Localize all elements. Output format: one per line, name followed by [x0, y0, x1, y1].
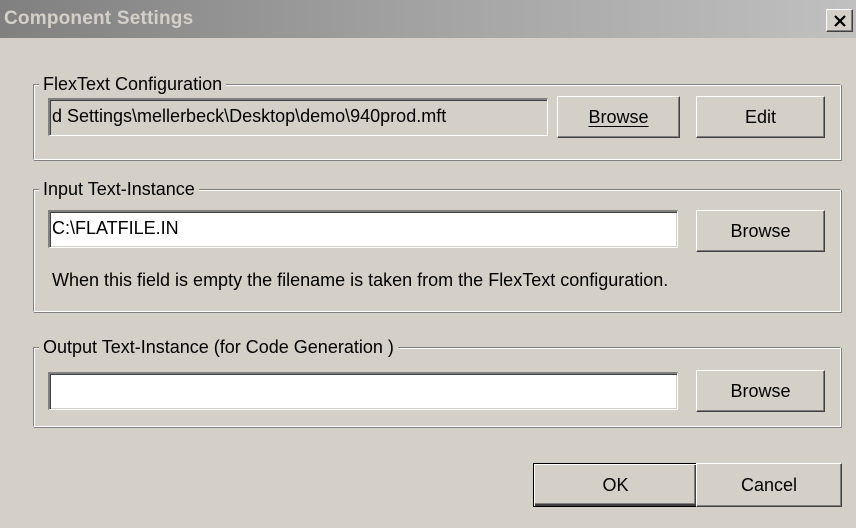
component-settings-dialog: Component Settings FlexText Configuratio… [0, 0, 856, 528]
output-text-instance-field[interactable] [48, 372, 678, 410]
close-icon [833, 14, 847, 27]
input-browse-button[interactable]: Browse [696, 210, 825, 252]
close-button[interactable] [826, 9, 853, 32]
flextext-path-field[interactable]: d Settings\mellerbeck\Desktop\demo\940pr… [48, 98, 548, 136]
input-text-instance-legend: Input Text-Instance [39, 178, 199, 200]
output-browse-label: Browse [730, 381, 791, 401]
flextext-browse-button[interactable]: Browse [557, 96, 680, 138]
ok-button[interactable]: OK [533, 463, 698, 507]
title-bar[interactable]: Component Settings [0, 0, 856, 38]
input-browse-label: Browse [730, 221, 791, 241]
output-text-instance-legend: Output Text-Instance (for Code Generatio… [39, 336, 398, 358]
flextext-edit-button[interactable]: Edit [696, 96, 825, 138]
flextext-browse-label: Browse [588, 107, 649, 127]
output-browse-button[interactable]: Browse [696, 370, 825, 412]
input-empty-hint: When this field is empty the filename is… [52, 270, 669, 290]
input-text-instance-field[interactable]: C:\FLATFILE.IN [48, 210, 678, 248]
flextext-configuration-legend: FlexText Configuration [39, 73, 227, 95]
window-title: Component Settings [4, 8, 194, 29]
ok-label: OK [602, 475, 629, 495]
flextext-edit-label: Edit [744, 107, 777, 127]
cancel-button[interactable]: Cancel [696, 463, 842, 507]
cancel-label: Cancel [740, 475, 798, 495]
